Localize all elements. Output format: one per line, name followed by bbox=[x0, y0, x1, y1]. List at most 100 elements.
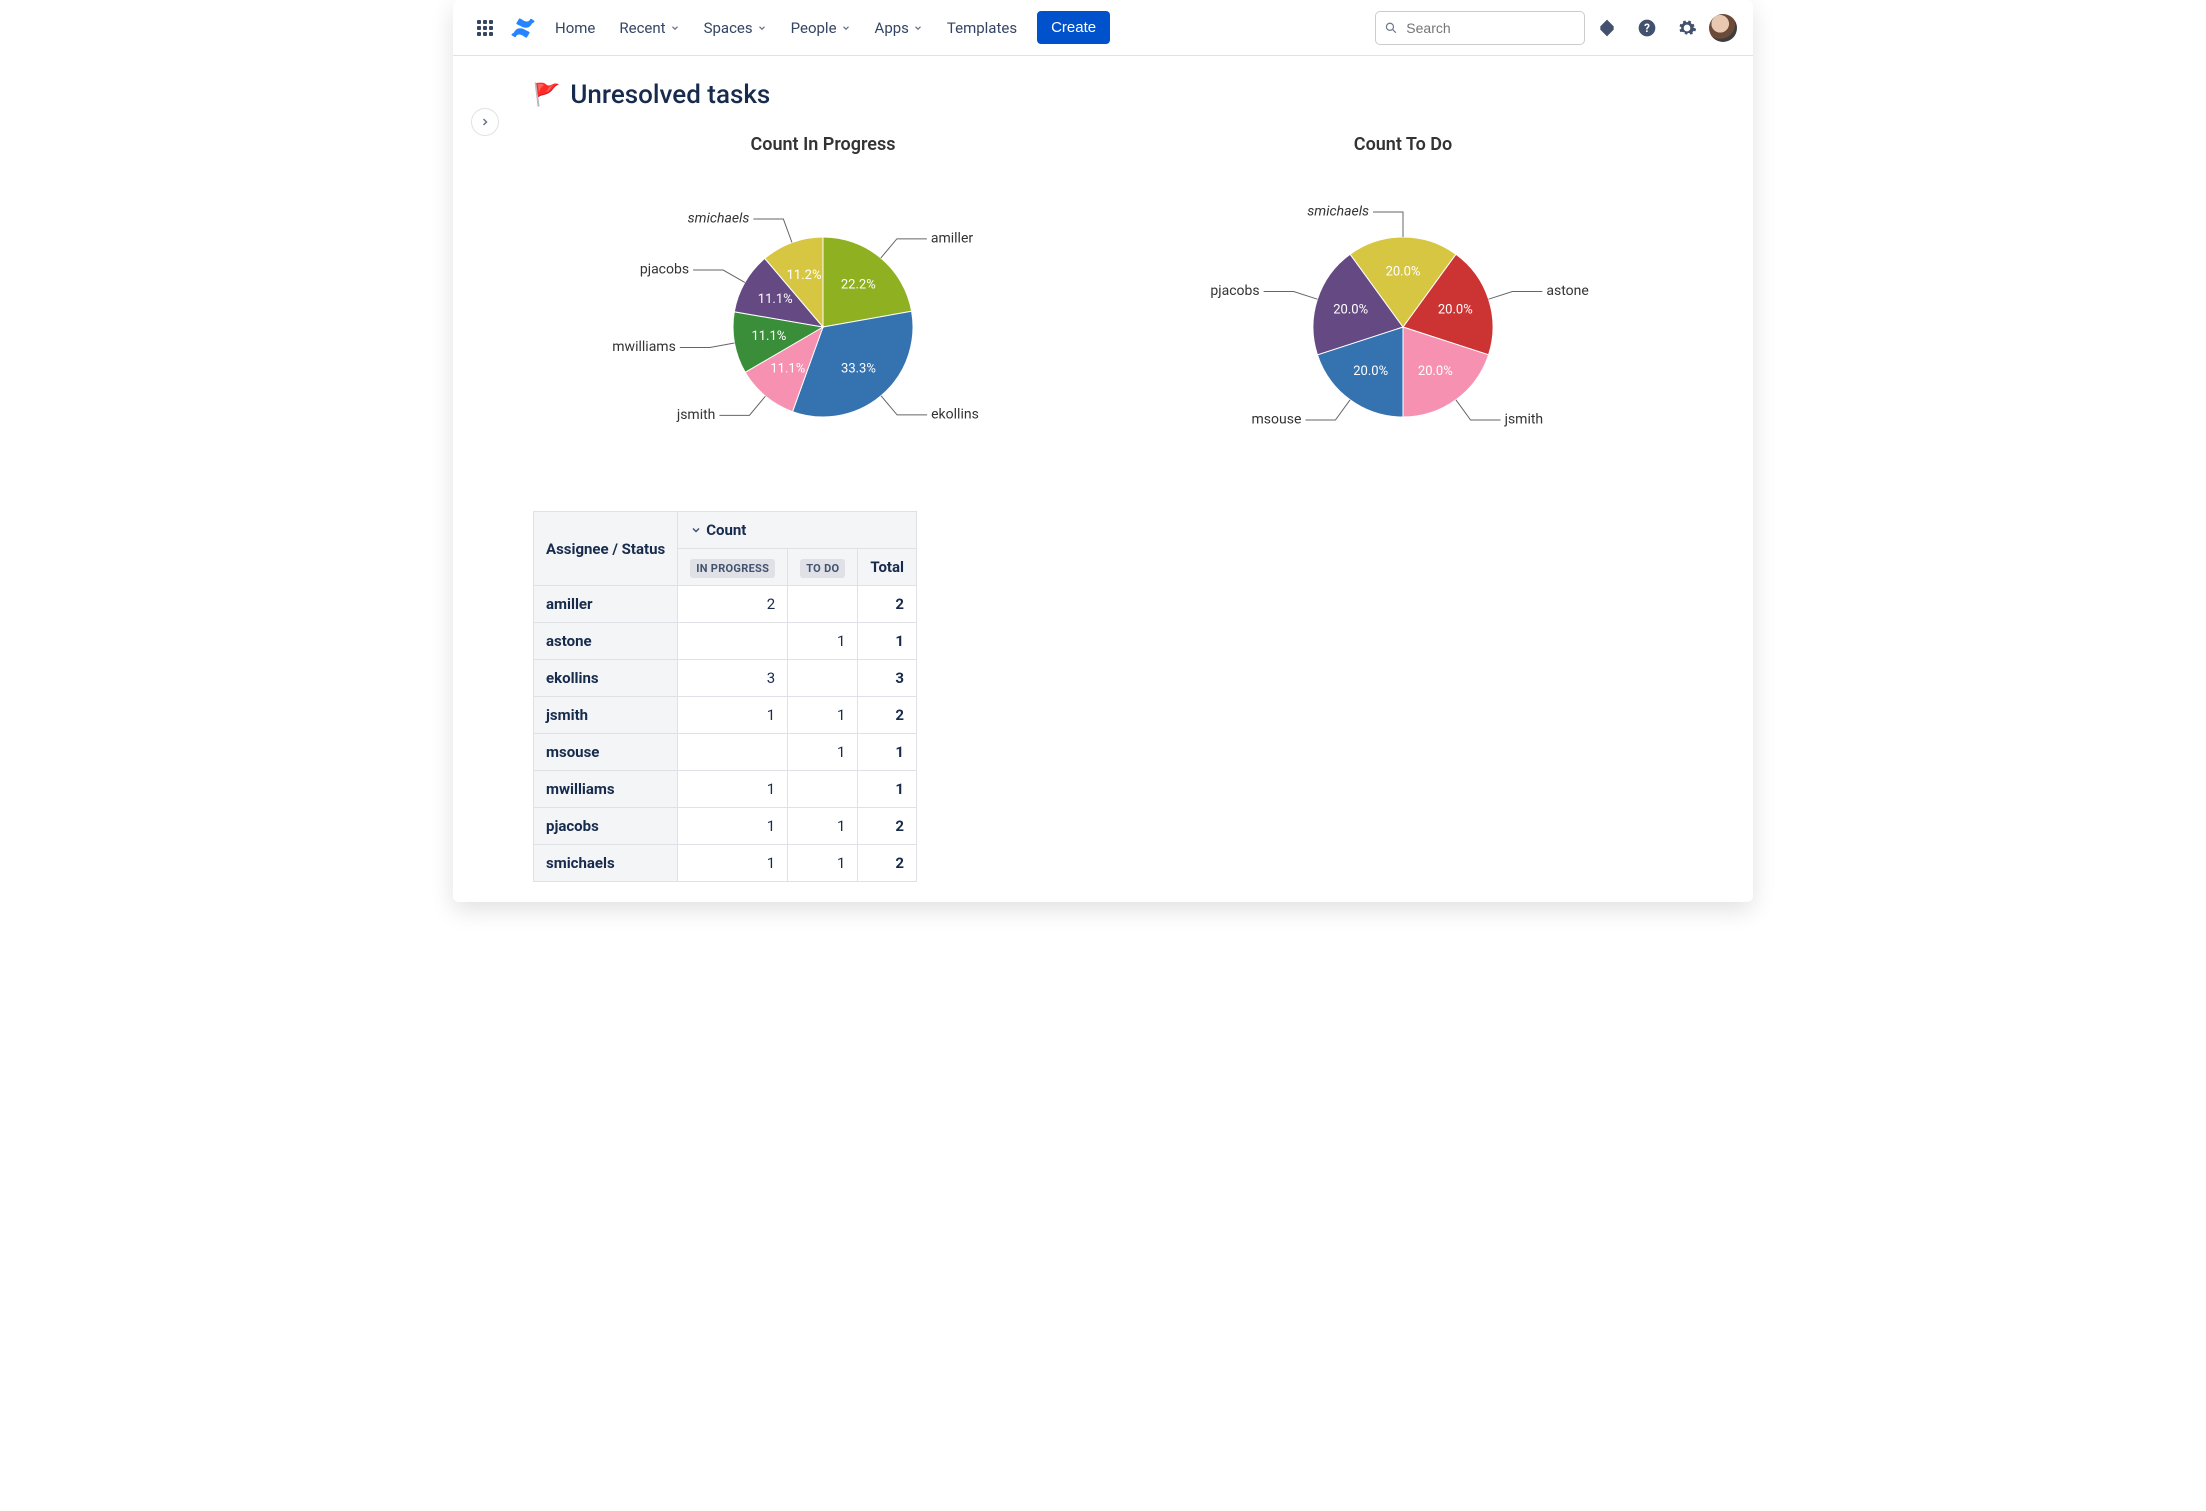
chevron-down-icon bbox=[913, 23, 923, 33]
svg-text:ekollins: ekollins bbox=[931, 407, 979, 423]
cell-in-progress: 3 bbox=[678, 660, 788, 697]
table-row: mwilliams 1 1 bbox=[534, 771, 917, 808]
cell-assignee: pjacobs bbox=[534, 808, 678, 845]
chevron-down-icon bbox=[670, 23, 680, 33]
flag-icon: 🚩 bbox=[533, 83, 560, 108]
nav-people[interactable]: People bbox=[781, 11, 861, 45]
page-title: Unresolved tasks bbox=[570, 80, 770, 110]
assignee-status-table: Assignee / Status Count IN PROGRESS TO D… bbox=[533, 511, 917, 882]
svg-text:33.3%: 33.3% bbox=[841, 361, 876, 376]
help-icon[interactable]: ? bbox=[1629, 10, 1665, 46]
charts-container: Count In Progress 22.2% amiller 33.3% ekolli… bbox=[533, 134, 1693, 471]
chart-title: Count In Progress bbox=[563, 134, 1083, 155]
sidebar-expand-icon[interactable] bbox=[471, 108, 499, 136]
chart-title: Count To Do bbox=[1143, 134, 1663, 155]
table-row: jsmith 1 1 2 bbox=[534, 697, 917, 734]
svg-text:msouse: msouse bbox=[1252, 412, 1302, 428]
create-button[interactable]: Create bbox=[1037, 11, 1110, 44]
svg-text:mwilliams: mwilliams bbox=[612, 339, 676, 355]
cell-total: 2 bbox=[858, 586, 917, 623]
nav-apps[interactable]: Apps bbox=[865, 11, 933, 45]
cell-to-do bbox=[788, 660, 858, 697]
table-row: smichaels 1 1 2 bbox=[534, 845, 917, 882]
svg-text:22.2%: 22.2% bbox=[841, 277, 876, 292]
user-avatar[interactable] bbox=[1709, 14, 1737, 42]
svg-text:amiller: amiller bbox=[931, 231, 974, 247]
chevron-down-icon bbox=[841, 23, 851, 33]
th-assignee-status: Assignee / Status bbox=[534, 512, 678, 586]
pie-chart: 22.2% amiller 33.3% ekollins 11.1% jsmith 11.1… bbox=[563, 167, 1083, 467]
th-total: Total bbox=[858, 549, 917, 586]
confluence-logo-icon[interactable] bbox=[505, 16, 541, 40]
svg-text:smichaels: smichaels bbox=[1307, 204, 1369, 220]
th-to-do: TO DO bbox=[788, 549, 858, 586]
svg-text:11.1%: 11.1% bbox=[751, 329, 786, 344]
cell-to-do bbox=[788, 771, 858, 808]
th-count[interactable]: Count bbox=[678, 512, 917, 549]
cell-assignee: ekollins bbox=[534, 660, 678, 697]
cell-assignee: msouse bbox=[534, 734, 678, 771]
table-row: msouse 1 1 bbox=[534, 734, 917, 771]
search-icon bbox=[1384, 20, 1398, 36]
svg-text:20.0%: 20.0% bbox=[1353, 364, 1388, 379]
table-row: astone 1 1 bbox=[534, 623, 917, 660]
svg-text:pjacobs: pjacobs bbox=[640, 262, 689, 278]
svg-text:11.1%: 11.1% bbox=[770, 362, 805, 377]
search-field[interactable] bbox=[1404, 19, 1576, 37]
cell-assignee: smichaels bbox=[534, 845, 678, 882]
cell-total: 2 bbox=[858, 845, 917, 882]
notifications-icon[interactable] bbox=[1589, 10, 1625, 46]
nav-home[interactable]: Home bbox=[545, 11, 605, 45]
svg-text:smichaels: smichaels bbox=[688, 211, 750, 227]
cell-in-progress: 1 bbox=[678, 771, 788, 808]
app-switcher-icon[interactable] bbox=[469, 12, 501, 44]
svg-text:20.0%: 20.0% bbox=[1418, 364, 1453, 379]
pie-chart: 20.0% astone 20.0% jsmith 20.0% msouse 20.0% pj… bbox=[1143, 167, 1663, 467]
cell-total: 2 bbox=[858, 808, 917, 845]
nav-recent[interactable]: Recent bbox=[609, 11, 689, 45]
th-in-progress: IN PROGRESS bbox=[678, 549, 788, 586]
svg-text:11.2%: 11.2% bbox=[787, 268, 822, 283]
svg-text:astone: astone bbox=[1546, 283, 1588, 299]
chevron-down-icon bbox=[690, 524, 702, 536]
svg-text:jsmith: jsmith bbox=[1504, 412, 1544, 428]
cell-in-progress: 1 bbox=[678, 845, 788, 882]
svg-text:11.1%: 11.1% bbox=[758, 292, 793, 307]
chart-block: Count In Progress 22.2% amiller 33.3% ekolli… bbox=[563, 134, 1083, 471]
chevron-down-icon bbox=[757, 23, 767, 33]
cell-assignee: amiller bbox=[534, 586, 678, 623]
cell-to-do: 1 bbox=[788, 697, 858, 734]
cell-to-do: 1 bbox=[788, 845, 858, 882]
svg-text:20.0%: 20.0% bbox=[1333, 302, 1368, 317]
table-row: ekollins 3 3 bbox=[534, 660, 917, 697]
svg-text:?: ? bbox=[1644, 21, 1650, 35]
cell-in-progress: 1 bbox=[678, 697, 788, 734]
cell-to-do: 1 bbox=[788, 808, 858, 845]
chart-block: Count To Do 20.0% astone 20.0% jsmith 20.0% ms… bbox=[1143, 134, 1663, 471]
table-row: amiller 2 2 bbox=[534, 586, 917, 623]
svg-text:20.0%: 20.0% bbox=[1438, 302, 1473, 317]
cell-total: 1 bbox=[858, 734, 917, 771]
cell-total: 1 bbox=[858, 623, 917, 660]
cell-to-do bbox=[788, 586, 858, 623]
cell-total: 2 bbox=[858, 697, 917, 734]
table-row: pjacobs 1 1 2 bbox=[534, 808, 917, 845]
svg-text:jsmith: jsmith bbox=[676, 407, 716, 423]
cell-assignee: astone bbox=[534, 623, 678, 660]
cell-assignee: jsmith bbox=[534, 697, 678, 734]
cell-in-progress: 2 bbox=[678, 586, 788, 623]
nav-templates[interactable]: Templates bbox=[937, 11, 1027, 45]
cell-to-do: 1 bbox=[788, 623, 858, 660]
cell-in-progress bbox=[678, 623, 788, 660]
top-navigation: Home Recent Spaces People Apps Templates… bbox=[453, 0, 1753, 56]
svg-text:pjacobs: pjacobs bbox=[1210, 283, 1259, 299]
cell-total: 1 bbox=[858, 771, 917, 808]
cell-assignee: mwilliams bbox=[534, 771, 678, 808]
cell-total: 3 bbox=[858, 660, 917, 697]
search-input[interactable] bbox=[1375, 11, 1585, 45]
nav-spaces[interactable]: Spaces bbox=[694, 11, 777, 45]
cell-in-progress bbox=[678, 734, 788, 771]
settings-gear-icon[interactable] bbox=[1669, 10, 1705, 46]
cell-to-do: 1 bbox=[788, 734, 858, 771]
svg-text:20.0%: 20.0% bbox=[1386, 264, 1421, 279]
